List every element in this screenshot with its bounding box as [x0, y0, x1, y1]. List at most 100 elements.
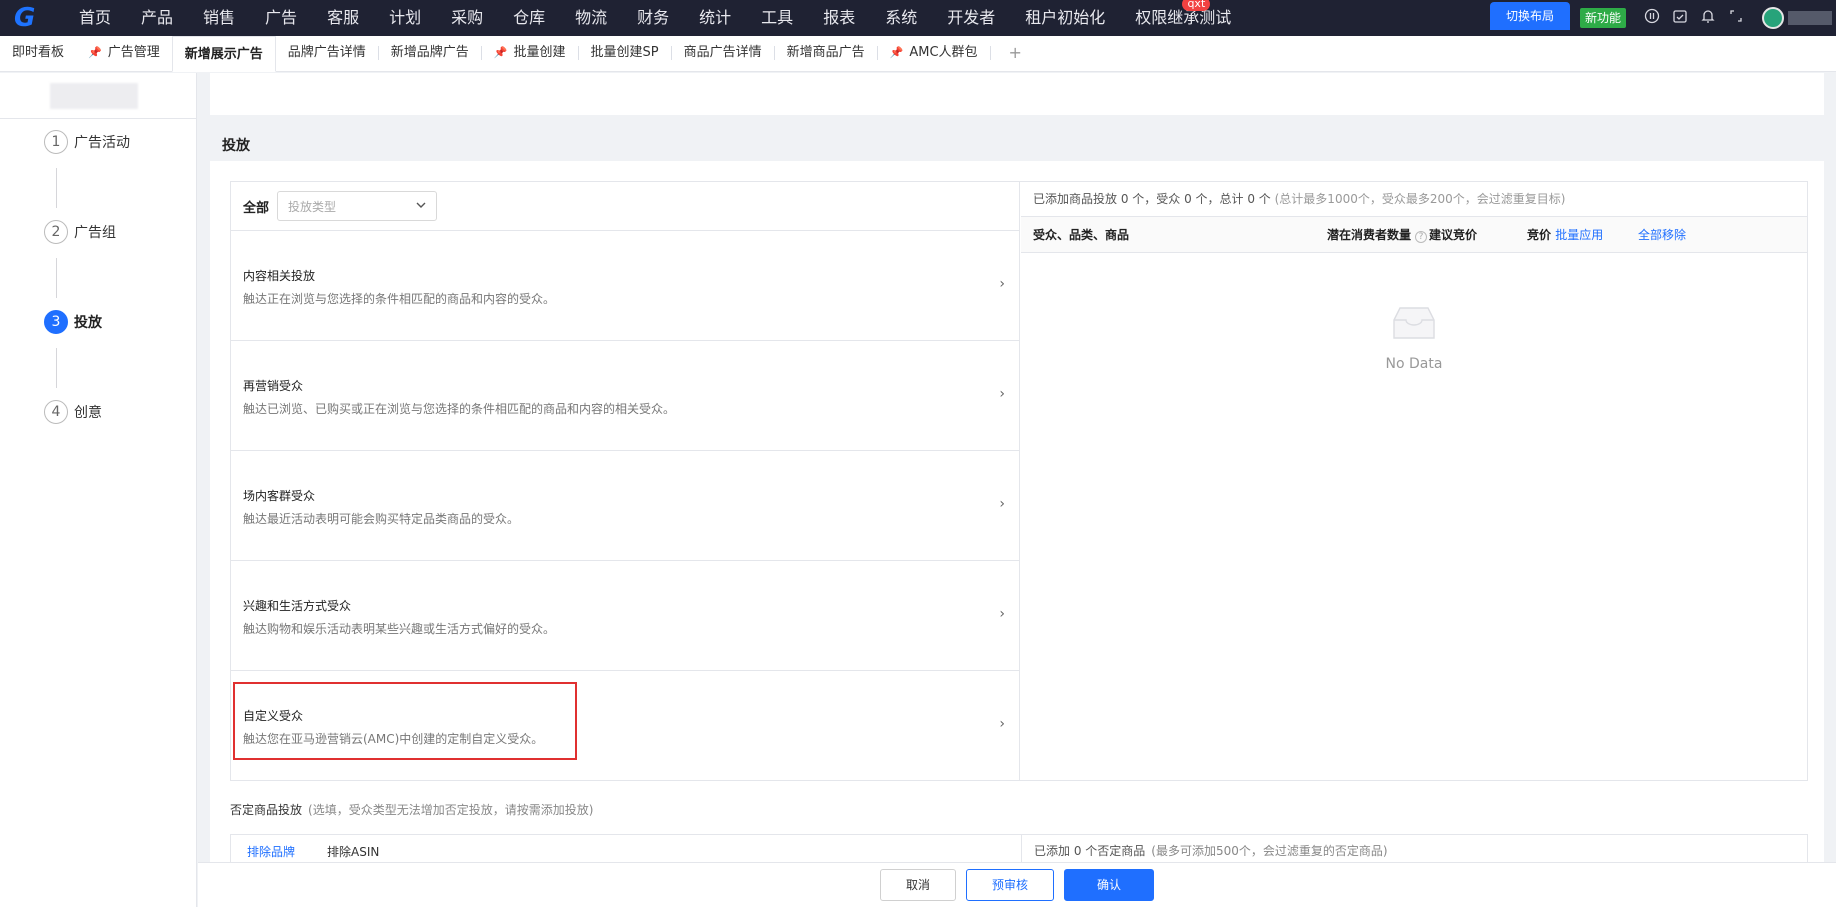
- col-audience: 受众、品类、商品: [1033, 228, 1130, 242]
- tab-new-display-ad[interactable]: 新增展示广告: [171, 36, 276, 72]
- tab-brand-ad-detail[interactable]: 品牌广告详情: [276, 35, 378, 71]
- vertical-scrollbar[interactable]: [1826, 73, 1836, 862]
- info-circle-icon[interactable]: [1638, 8, 1666, 28]
- negative-targeting-title: 否定商品投放 (选填，受众类型无法增加否定投放，请按需添加投放): [230, 801, 593, 818]
- tab-product-ad-detail[interactable]: 商品广告详情: [672, 35, 774, 71]
- nav-item-sales[interactable]: 销售: [188, 0, 250, 36]
- targeting-item-desc: 触达已浏览、已购买或正在浏览与您选择的条件相匹配的商品和内容的相关受众。: [243, 402, 676, 416]
- step-number: 3: [44, 310, 68, 334]
- nav-badge: qxt: [1182, 0, 1211, 11]
- nav-item-service[interactable]: 客服: [312, 0, 374, 36]
- negative-title-hint: (选填，受众类型无法增加否定投放，请按需添加投放): [308, 803, 594, 817]
- fullscreen-icon[interactable]: [1722, 8, 1750, 28]
- targets-summary: 已添加商品投放 0 个，受众 0 个，总计 0 个 (总计最多1000个，受众最…: [1021, 182, 1807, 217]
- nav-item-finance[interactable]: 财务: [622, 0, 684, 36]
- tab-dashboard[interactable]: 即时看板: [0, 35, 76, 71]
- nav-item-reports[interactable]: 报表: [808, 0, 870, 36]
- col-label: 竞价: [1527, 228, 1552, 242]
- step-targeting[interactable]: 3 投放: [44, 310, 102, 334]
- targeting-item-interest[interactable]: 兴趣和生活方式受众 触达购物和娱乐活动表明某些兴趣或生活方式偏好的受众。 ›: [231, 561, 1019, 671]
- batch-apply-link[interactable]: 批量应用: [1555, 228, 1603, 242]
- user-avatar[interactable]: [1762, 7, 1784, 29]
- nav-item-permission-test[interactable]: 权限继承测试 qxt: [1120, 0, 1246, 36]
- tab-label: AMC人群包: [909, 45, 978, 60]
- tab-exclude-asin[interactable]: 排除ASIN: [327, 843, 379, 860]
- nav-item-system[interactable]: 系统: [870, 0, 932, 36]
- step-number: 4: [44, 400, 68, 424]
- targeting-type-select[interactable]: 投放类型: [277, 191, 438, 221]
- help-icon[interactable]: ?: [1415, 231, 1428, 243]
- col-potential-consumers: 潜在消费者数量?: [1327, 217, 1428, 253]
- nav-item-logistics[interactable]: 物流: [560, 0, 622, 36]
- step-number: 2: [44, 220, 68, 244]
- summary-hint: (总计最多1000个，受众最多200个，会过滤重复目标): [1274, 192, 1566, 206]
- step-creative[interactable]: 4 创意: [44, 400, 102, 424]
- targeting-panel: 全部 投放类型 内容相关投放 触达正在浏览与您选择的条件相匹配的商品和内容的受众…: [230, 181, 1808, 781]
- add-tab-button[interactable]: +: [991, 35, 1040, 71]
- tab-label: 商品广告详情: [683, 45, 762, 60]
- nav-item-stats[interactable]: 统计: [684, 0, 746, 36]
- negative-summary-text: 已添加 0 个否定商品: [1034, 844, 1146, 858]
- col-bid: 竞价 批量应用: [1527, 217, 1603, 253]
- step-campaign[interactable]: 1 广告活动: [44, 130, 130, 154]
- targeting-item-in-market[interactable]: 场内客群受众 触达最近活动表明可能会购买特定品类商品的受众。 ›: [231, 451, 1019, 561]
- tab-label: 批量创建: [513, 45, 566, 60]
- divider: [0, 118, 197, 119]
- section-title: 投放: [222, 138, 250, 154]
- main-content: 投放 全部 投放类型 内容相关投放 触达正在浏览与您选择的条件相匹配的商品和内容…: [198, 73, 1836, 907]
- nav-item-tools[interactable]: 工具: [746, 0, 808, 36]
- page-tabs: 即时看板 📌 广告管理 新增展示广告 品牌广告详情 新增品牌广告 📌 批量创建 批量…: [0, 36, 1836, 72]
- tab-exclude-brand[interactable]: 排除品牌: [247, 843, 295, 860]
- step-label: 广告活动: [74, 135, 130, 151]
- col-suggested-bid: 建议竞价: [1429, 228, 1478, 242]
- col-label: 潜在消费者数量: [1327, 228, 1412, 242]
- step-ad-group[interactable]: 2 广告组: [44, 220, 116, 244]
- precheck-button[interactable]: 预审核: [965, 869, 1054, 901]
- chevron-down-icon: [416, 199, 426, 213]
- app-logo[interactable]: G: [0, 0, 64, 36]
- calendar-check-icon[interactable]: [1666, 8, 1694, 28]
- user-name-redacted[interactable]: [1788, 11, 1832, 25]
- nav-item-label: 权限继承测试: [1135, 8, 1232, 27]
- filter-all-label[interactable]: 全部: [243, 197, 269, 216]
- targeting-item-name: 内容相关投放: [243, 269, 316, 283]
- nav-item-home[interactable]: 首页: [64, 0, 126, 36]
- nav-item-warehouse[interactable]: 仓库: [498, 0, 560, 36]
- tab-label: 新增品牌广告: [390, 45, 469, 60]
- tab-new-brand-ad[interactable]: 新增品牌广告: [379, 35, 481, 71]
- filter-row: 全部 投放类型: [231, 182, 1019, 231]
- steps-sidebar: 1 广告活动 2 广告组 3 投放 4 创意: [0, 73, 197, 907]
- nav-item-product[interactable]: 产品: [126, 0, 188, 36]
- targeting-item-remarketing[interactable]: 再营销受众 触达已浏览、已购买或正在浏览与您选择的条件相匹配的商品和内容的相关受…: [231, 341, 1019, 451]
- remove-all-link[interactable]: 全部移除: [1638, 217, 1686, 253]
- nav-item-purchase[interactable]: 采购: [436, 0, 498, 36]
- tab-new-product-ad[interactable]: 新增商品广告: [775, 35, 877, 71]
- tab-batch-create-sp[interactable]: 批量创建SP: [579, 35, 671, 71]
- targeting-item-desc: 触达最近活动表明可能会购买特定品类商品的受众。: [243, 512, 520, 526]
- tab-batch-create[interactable]: 📌 批量创建: [482, 35, 578, 71]
- main-nav: 首页 产品 销售 广告 客服 计划 采购 仓库 物流 财务 统计 工具 报表 系…: [64, 0, 1246, 36]
- cancel-button[interactable]: 取消: [879, 869, 956, 901]
- footer-actions: 取消 预审核 确认: [198, 862, 1836, 907]
- tab-amc-audience[interactable]: 📌 AMC人群包: [878, 35, 990, 71]
- sidebar-header-redacted: [50, 83, 138, 109]
- chevron-right-icon: ›: [999, 276, 1005, 292]
- empty-state: No Data: [1021, 302, 1807, 372]
- targeting-item-name: 场内客群受众: [243, 489, 316, 503]
- tab-label: 即时看板: [12, 45, 65, 60]
- tab-label: 批量创建SP: [590, 45, 659, 60]
- tab-label: 新增展示广告: [184, 47, 263, 62]
- targeting-item-desc: 触达购物和娱乐活动表明某些兴趣或生活方式偏好的受众。: [243, 622, 556, 636]
- tab-label: 广告管理: [107, 45, 160, 60]
- confirm-button[interactable]: 确认: [1064, 869, 1155, 901]
- targeting-item-contextual[interactable]: 内容相关投放 触达正在浏览与您选择的条件相匹配的商品和内容的受众。 ›: [231, 231, 1019, 341]
- nav-item-tenant-init[interactable]: 租户初始化: [1010, 0, 1120, 36]
- nav-item-developer[interactable]: 开发者: [932, 0, 1010, 36]
- tab-ad-management[interactable]: 📌 广告管理: [76, 35, 172, 71]
- nav-item-plan[interactable]: 计划: [374, 0, 436, 36]
- switch-layout-button[interactable]: 切换布局: [1489, 2, 1570, 30]
- targeting-card: 全部 投放类型 内容相关投放 触达正在浏览与您选择的条件相匹配的商品和内容的受众…: [210, 161, 1824, 907]
- nav-item-ads[interactable]: 广告: [250, 0, 312, 36]
- bell-icon[interactable]: [1694, 8, 1722, 28]
- new-feature-badge[interactable]: 新功能: [1579, 8, 1626, 28]
